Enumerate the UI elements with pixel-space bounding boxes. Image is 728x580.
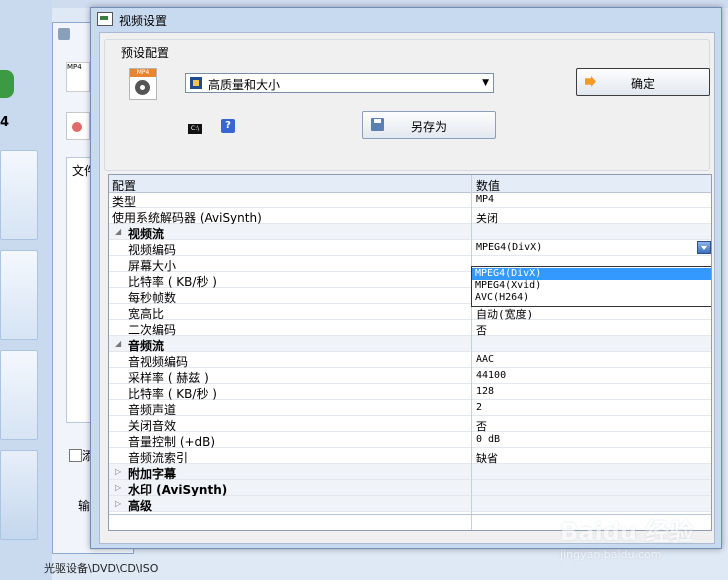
mp4-file-icon: MP4 <box>66 62 90 92</box>
property-value[interactable]: AAC <box>476 354 494 365</box>
codec-option[interactable]: MPEG4(Xvid) <box>472 280 711 292</box>
watermark-url: jingyan.baidu.com <box>560 548 662 561</box>
format-tile[interactable] <box>0 150 38 240</box>
green-graphic-icon <box>0 70 14 98</box>
grid-category-row[interactable]: ◢ 视频流 <box>109 224 711 241</box>
format-tile[interactable] <box>0 250 38 340</box>
property-value[interactable]: MP4 <box>476 194 494 205</box>
property-value[interactable]: 0 dB <box>476 434 500 445</box>
grid-property-row[interactable]: 音频流索引 缺省 <box>109 448 711 465</box>
grid-property-row[interactable]: 使用系统解码器 (AviSynth) 关闭 <box>109 208 711 225</box>
video-settings-dialog: 视频设置 预设配置 MP4 高质量和大小 ▼ 确定 C:\ ? 另存为 配置 数… <box>90 7 722 549</box>
remove-file-icon[interactable] <box>66 112 90 140</box>
background-checkbox[interactable] <box>69 449 82 462</box>
expand-icon[interactable]: ▷ <box>115 467 121 476</box>
window-app-icon <box>58 28 70 40</box>
dialog-app-icon <box>97 12 113 26</box>
format-tag: MP4 <box>130 69 156 77</box>
codec-dropdown-list[interactable]: MPEG4(DivX) MPEG4(Xvid) AVC(H264) <box>471 266 711 307</box>
preset-quality-icon <box>190 77 202 89</box>
grid-property-row[interactable]: 音频声道 2 <box>109 400 711 417</box>
grid-property-row[interactable]: 类型 MP4 <box>109 192 711 209</box>
status-bar-text: 光驱设备\DVD\CD\ISO <box>44 562 159 575</box>
collapse-icon[interactable]: ◢ <box>115 339 121 348</box>
grid-category-row[interactable]: ▷ 附加字幕 <box>109 464 711 481</box>
grid-property-row[interactable]: 音量控制 (+dB) 0 dB <box>109 432 711 449</box>
grid-property-row[interactable]: 关闭音效否 <box>109 416 711 433</box>
dialog-title: 视频设置 <box>119 14 168 28</box>
output-label: 输 <box>78 499 91 513</box>
grid-property-row[interactable]: 二次编码否 <box>109 320 711 337</box>
dialog-client-area: 预设配置 MP4 高质量和大小 ▼ 确定 C:\ ? 另存为 配置 数值 类型 … <box>99 32 715 544</box>
baidu-watermark: Baidu 经验 jingyan.baidu.com <box>560 510 700 570</box>
grid-category-row[interactable]: ▷ 水印 (AviSynth) <box>109 480 711 497</box>
save-as-button-label: 另存为 <box>410 120 447 134</box>
save-as-button[interactable]: 另存为 <box>362 111 496 139</box>
mp4-tag: MP4 <box>67 63 82 71</box>
help-icon[interactable]: ? <box>221 119 235 133</box>
preset-select-value: 高质量和大小 <box>208 78 281 92</box>
grid-property-row[interactable]: 比特率 ( KB/秒 ) 128 <box>109 384 711 401</box>
expand-icon[interactable]: ▷ <box>115 483 121 492</box>
grid-property-row[interactable]: 视频编码 MPEG4(DivX) <box>109 240 711 257</box>
background-number: 4 <box>0 115 10 130</box>
dialog-titlebar[interactable]: 视频设置 <box>91 8 721 30</box>
property-grid[interactable]: 配置 数值 类型 MP4 使用系统解码器 (AviSynth) 关闭 ◢ 视频流 视频编码 M… <box>108 174 712 531</box>
property-value[interactable]: 2 <box>476 402 482 413</box>
codec-option[interactable]: MPEG4(DivX) <box>472 268 711 280</box>
preset-group-label: 预设配置 <box>119 44 172 61</box>
codec-option[interactable]: AVC(H264) <box>472 292 711 304</box>
collapse-icon[interactable]: ◢ <box>115 227 121 236</box>
property-name: 高级 <box>128 499 153 513</box>
chevron-down-icon: ▼ <box>482 78 489 88</box>
confirm-button-label: 确定 <box>630 77 655 91</box>
grid-column-separator[interactable] <box>471 175 472 530</box>
grid-category-row[interactable]: ◢ 音频流 <box>109 336 711 353</box>
grid-property-row[interactable]: 音视频编码 AAC <box>109 352 711 369</box>
watermark-logo-text: Baidu 经验 <box>560 518 694 546</box>
expand-icon[interactable]: ▷ <box>115 499 121 508</box>
command-line-icon[interactable]: C:\ <box>188 124 202 134</box>
mp4-format-icon: MP4 <box>129 68 157 100</box>
confirm-button[interactable]: 确定 <box>576 68 710 96</box>
property-value[interactable]: 128 <box>476 386 494 397</box>
codec-dropdown-button[interactable] <box>697 241 711 254</box>
preset-group: 预设配置 MP4 高质量和大小 ▼ 确定 C:\ ? 另存为 <box>104 39 710 171</box>
property-value[interactable]: MPEG4(DivX) <box>476 242 542 253</box>
format-tile[interactable] <box>0 450 38 540</box>
preset-select[interactable]: 高质量和大小 ▼ <box>185 73 494 93</box>
film-reel-icon <box>135 80 150 95</box>
grid-header: 配置 数值 <box>109 175 711 193</box>
property-value[interactable]: 44100 <box>476 370 506 381</box>
grid-property-row[interactable]: 采样率 ( 赫兹 ) 44100 <box>109 368 711 385</box>
format-tile[interactable] <box>0 350 38 440</box>
